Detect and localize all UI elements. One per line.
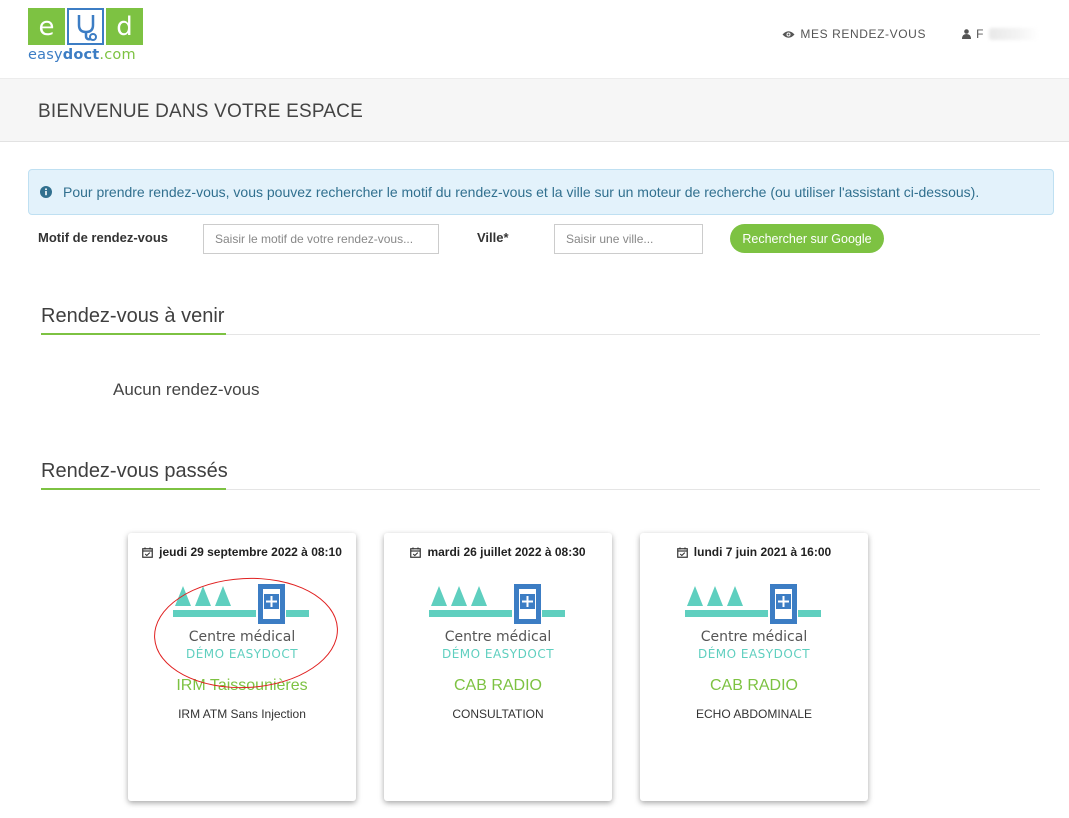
- calendar-check-icon: [676, 547, 688, 558]
- past-appointment-card[interactable]: jeudi 29 septembre 2022 à 08:10 Centre m…: [128, 533, 356, 801]
- nav-my-appointments-label: MES RENDEZ-VOUS: [800, 27, 927, 41]
- logo-tile-e: e: [28, 8, 65, 45]
- card-date-text: jeudi 29 septembre 2022 à 08:10: [159, 545, 342, 559]
- stethoscope-icon: [67, 8, 104, 45]
- card-date-text: mardi 26 juillet 2022 à 08:30: [427, 545, 586, 559]
- info-alert-text: Pour prendre rendez-vous, vous pouvez re…: [63, 184, 980, 200]
- centre-medical-logo: Centre médical DÉMO EASYDOCT: [173, 583, 311, 663]
- logo-centre-sub: DÉMO EASYDOCT: [697, 647, 811, 661]
- past-appointment-card[interactable]: lundi 7 juin 2021 à 16:00 Centre médical…: [640, 533, 868, 801]
- card-date: lundi 7 juin 2021 à 16:00: [640, 545, 868, 559]
- logo-tiles: e d: [28, 8, 148, 45]
- user-name-redacted: [989, 28, 1039, 40]
- medical-cross-icon: [685, 584, 821, 624]
- past-section-title: Rendez-vous passés: [41, 460, 228, 482]
- past-appointment-card[interactable]: mardi 26 juillet 2022 à 08:30 Centre méd…: [384, 533, 612, 801]
- centre-medical-logo: Centre médical DÉMO EASYDOCT: [685, 583, 823, 663]
- logo-tile-d: d: [106, 8, 143, 45]
- header: e d easydoct.com MES RENDEZ-VOUS F: [0, 0, 1069, 78]
- card-date: jeudi 29 septembre 2022 à 08:10: [128, 545, 356, 559]
- logo-centre-name: Centre médical: [188, 629, 296, 645]
- past-title-underline: [41, 488, 226, 490]
- info-circle-icon: [40, 186, 52, 198]
- top-nav: MES RENDEZ-VOUS F: [782, 27, 1039, 41]
- info-alert: Pour prendre rendez-vous, vous pouvez re…: [28, 169, 1054, 215]
- medical-cross-icon: [173, 584, 309, 624]
- eye-icon: [782, 30, 795, 38]
- logo-centre-sub: DÉMO EASYDOCT: [441, 647, 555, 661]
- centre-medical-logo: Centre médical DÉMO EASYDOCT: [429, 583, 567, 663]
- ville-label: Ville*: [477, 230, 509, 245]
- logo-centre-sub: DÉMO EASYDOCT: [185, 647, 299, 661]
- card-center-name[interactable]: CAB RADIO: [384, 677, 612, 695]
- nav-my-appointments[interactable]: MES RENDEZ-VOUS: [782, 27, 926, 41]
- card-date: mardi 26 juillet 2022 à 08:30: [384, 545, 612, 559]
- welcome-banner: BIENVENUE DANS VOTRE ESPACE: [0, 78, 1069, 142]
- page-title: BIENVENUE DANS VOTRE ESPACE: [38, 101, 363, 122]
- card-motif: CONSULTATION: [452, 707, 544, 721]
- upcoming-title-underline: [41, 333, 226, 335]
- card-center-name[interactable]: CAB RADIO: [640, 677, 868, 695]
- logo-centre-name: Centre médical: [700, 629, 808, 645]
- upcoming-section-title: Rendez-vous à venir: [41, 305, 225, 327]
- card-motif: ECHO ABDOMINALE: [695, 707, 813, 721]
- motif-label: Motif de rendez-vous: [38, 230, 169, 245]
- search-google-button[interactable]: Rechercher sur Google: [730, 224, 884, 253]
- nav-user-initial: F: [976, 27, 984, 41]
- easydoct-logo[interactable]: e d easydoct.com: [28, 8, 148, 66]
- calendar-check-icon: [410, 547, 422, 558]
- nav-user-menu[interactable]: F: [962, 27, 1039, 41]
- card-center-name[interactable]: IRM Taissounières: [128, 677, 356, 695]
- ville-input[interactable]: [554, 224, 703, 254]
- calendar-check-icon: [142, 547, 153, 558]
- card-date-text: lundi 7 juin 2021 à 16:00: [693, 545, 832, 559]
- medical-cross-icon: [429, 584, 565, 624]
- motif-input[interactable]: [203, 224, 439, 254]
- card-motif: IRM ATM Sans Injection: [178, 707, 306, 721]
- logo-centre-name: Centre médical: [444, 629, 552, 645]
- no-appointments-text: Aucun rendez-vous: [113, 380, 260, 399]
- user-icon: [962, 29, 972, 39]
- logo-wordmark: easydoct.com: [28, 47, 136, 63]
